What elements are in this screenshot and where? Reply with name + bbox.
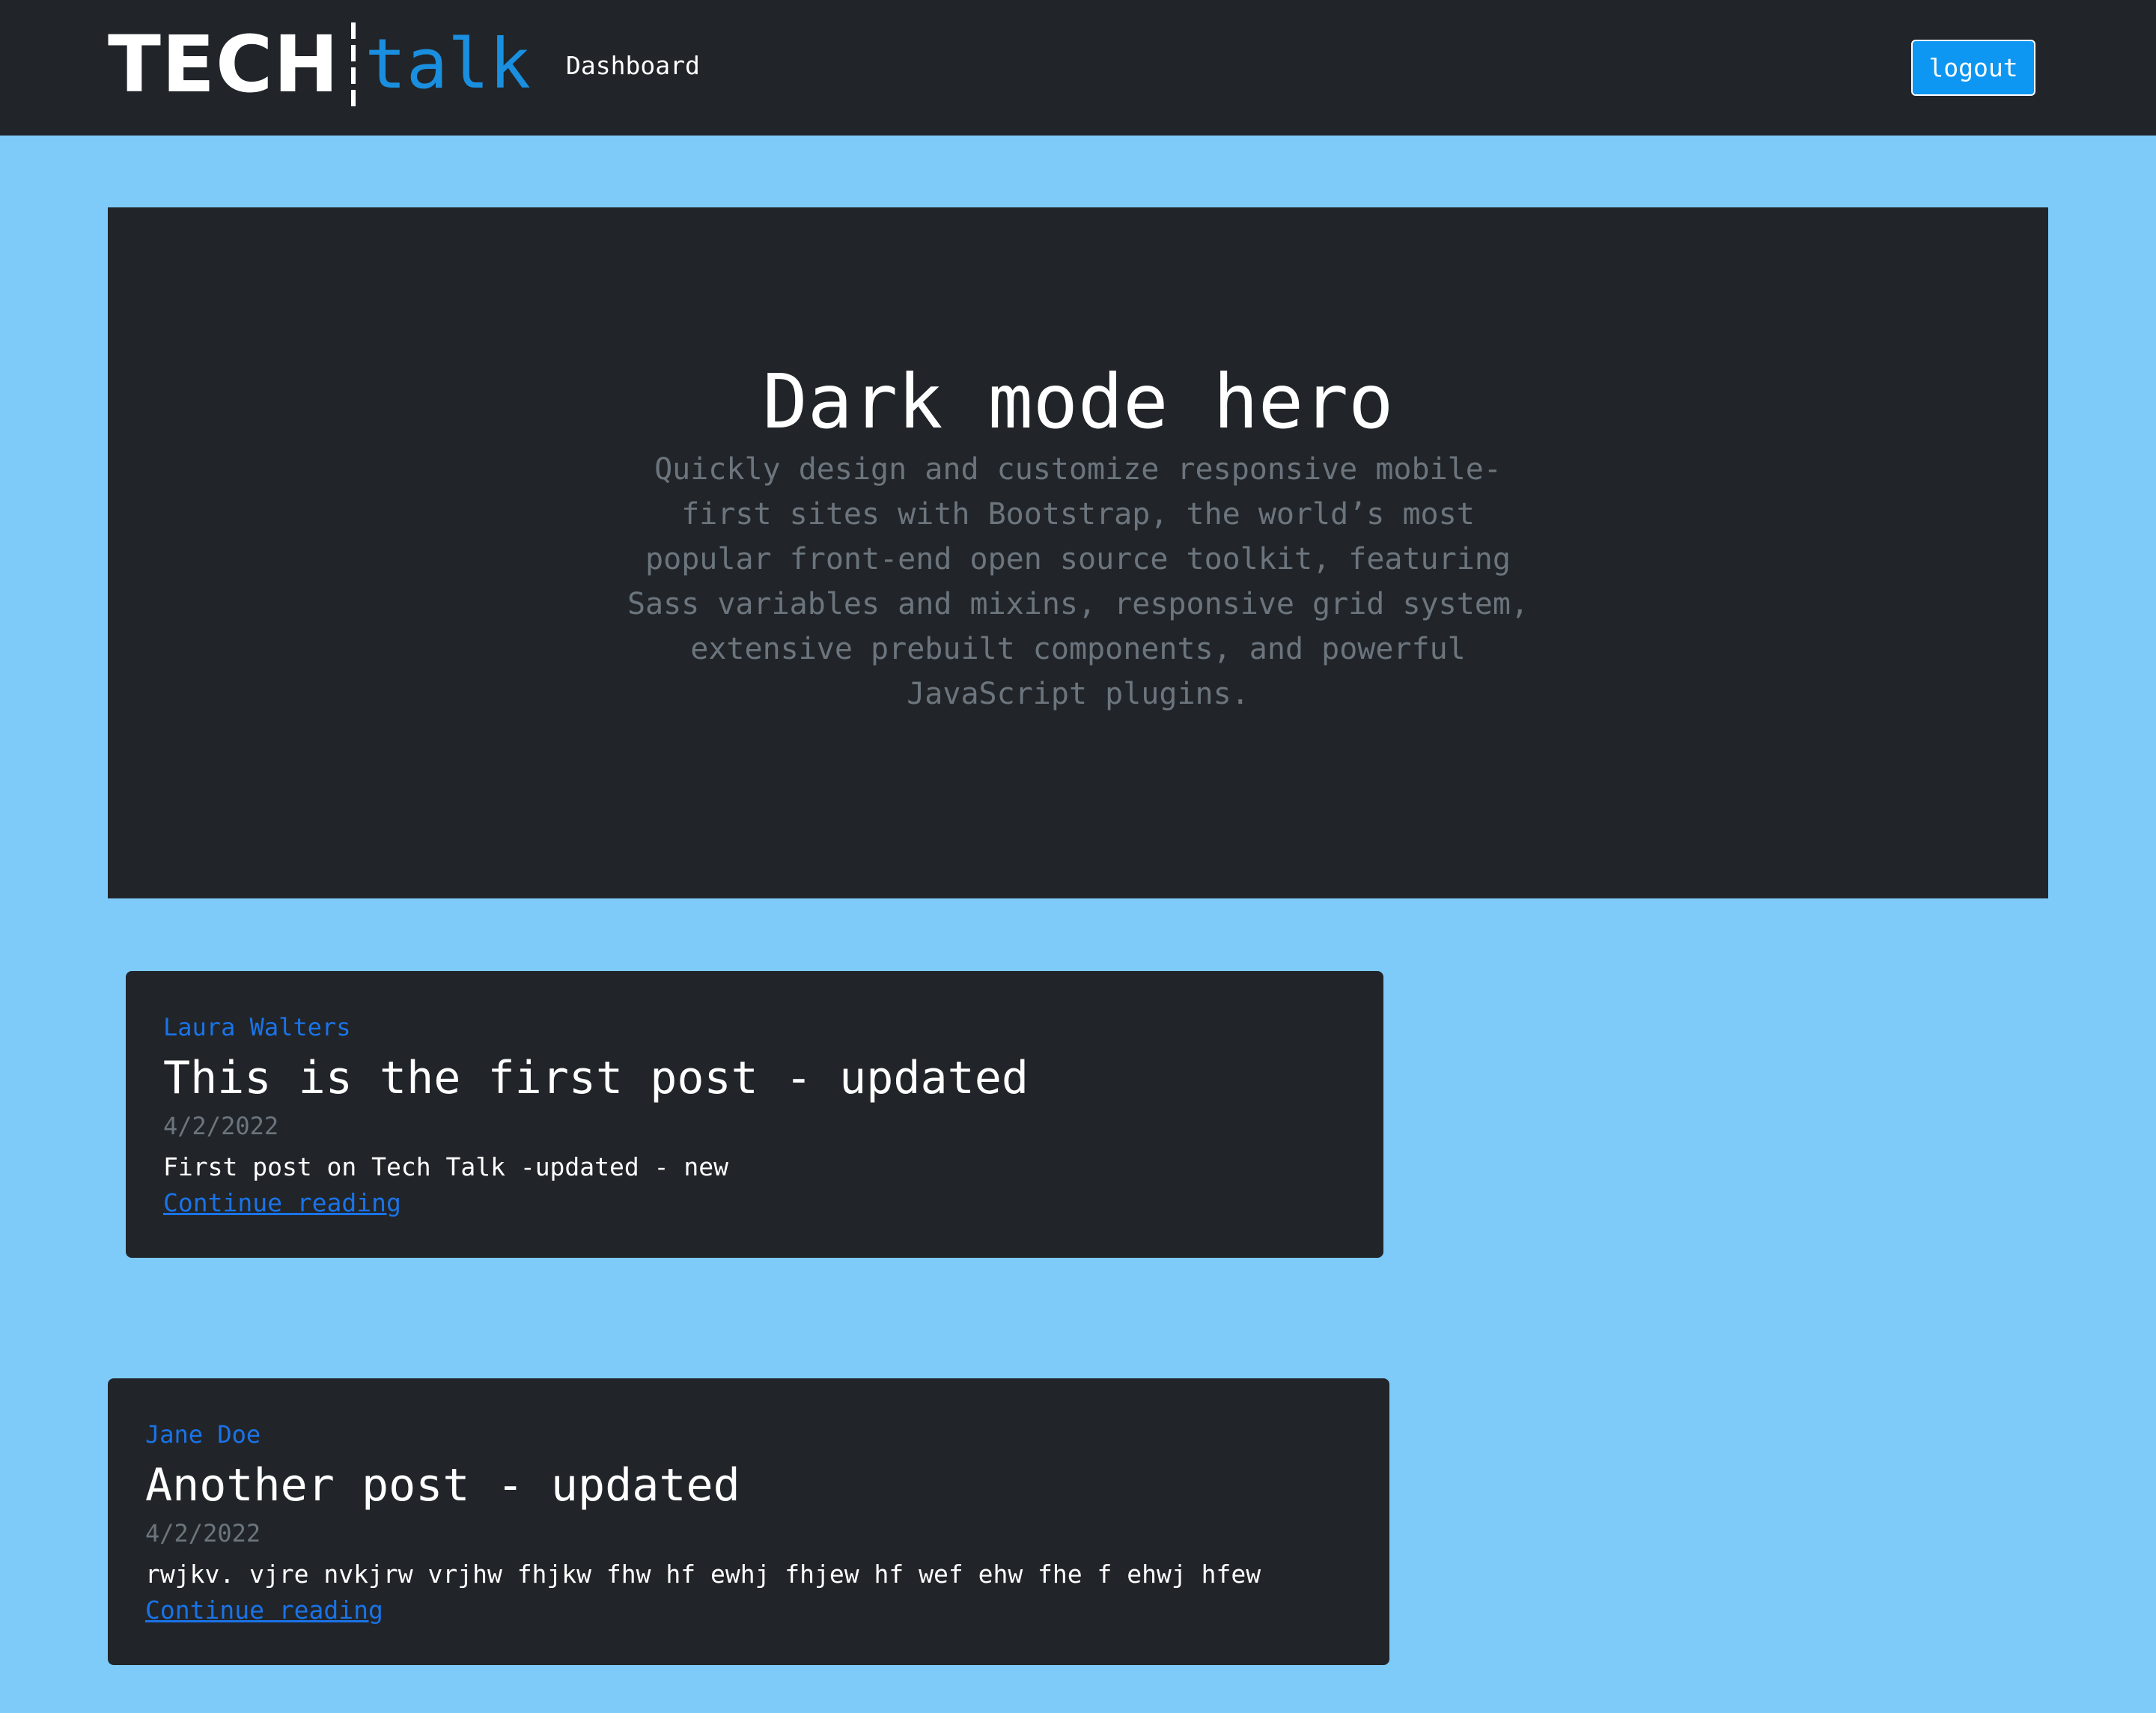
post-author: Jane Doe [145, 1420, 261, 1449]
brand-tech-text: TECH [108, 19, 340, 110]
post-title: Another post - updated [145, 1459, 740, 1512]
hero-lead: Quickly design and customize responsive … [627, 452, 1529, 711]
post-date: 4/2/2022 [163, 1112, 279, 1140]
post-card: Laura Walters This is the first post - u… [126, 971, 1383, 1258]
hero-section: Dark mode hero Quickly design and custom… [108, 207, 2048, 898]
brand-divider [351, 22, 356, 106]
post-excerpt: rwjkv. vjre nvkjrw vrjhw fhjkw fhw hf ew… [145, 1560, 1261, 1589]
post-date: 4/2/2022 [145, 1519, 261, 1548]
brand-talk-text: talk [365, 24, 531, 104]
post-excerpt: First post on Tech Talk -updated - new [163, 1152, 728, 1181]
brand-logo[interactable]: TECH talk [108, 19, 531, 109]
continue-reading-link[interactable]: Continue reading [145, 1595, 383, 1625]
post-author: Laura Walters [163, 1013, 351, 1041]
post-card: Jane Doe Another post - updated 4/2/2022… [108, 1378, 1389, 1665]
continue-reading-link[interactable]: Continue reading [163, 1188, 401, 1217]
navbar: TECH talk Dashboard logout [0, 0, 2156, 136]
post-title: This is the first post - updated [163, 1052, 1029, 1104]
nav-link-dashboard[interactable]: Dashboard [566, 51, 700, 80]
hero-title: Dark mode hero [762, 358, 1394, 445]
logout-button[interactable]: logout [1911, 40, 2035, 96]
